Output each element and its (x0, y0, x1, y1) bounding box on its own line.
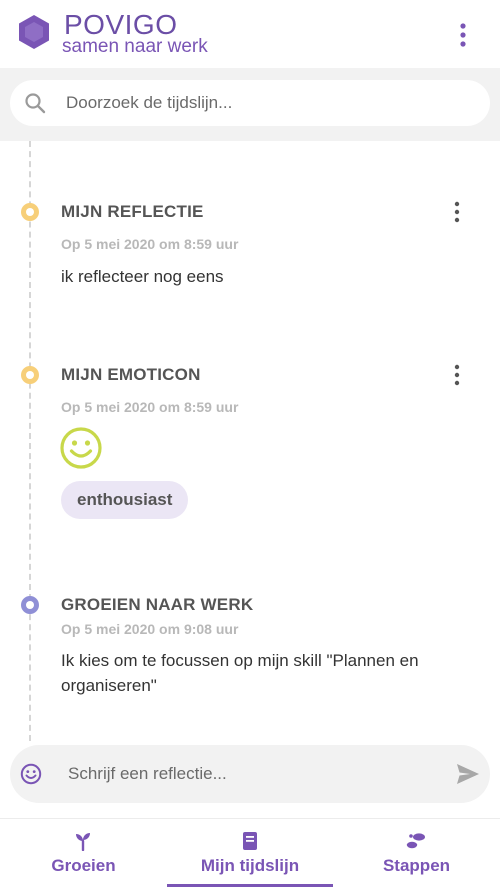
timeline: MIJN REFLECTIE Op 5 mei 2020 om 8:59 uur… (0, 141, 500, 741)
nav-label: Stappen (382, 856, 451, 875)
nav-label: Groeien (51, 856, 116, 875)
smiley-icon (60, 427, 102, 469)
app-header: POVIGO samen naar werk (0, 0, 500, 68)
timeline-dot (21, 366, 39, 384)
entry-date: Op 5 mei 2020 om 8:59 uur (61, 236, 239, 252)
entry-text: ik reflecteer nog eens (61, 267, 224, 286)
hexagon-logo-icon (19, 15, 49, 49)
entry-date: Op 5 mei 2020 om 9:08 uur (61, 621, 239, 637)
book-icon (243, 832, 257, 850)
reflection-input[interactable] (68, 745, 438, 803)
timeline-dot (21, 596, 39, 614)
entry-title: MIJN EMOTICON (61, 365, 201, 384)
search-input[interactable] (66, 80, 466, 126)
nav-label: Mijn tijdslijn (200, 856, 300, 875)
sprout-icon (76, 833, 90, 851)
send-icon[interactable] (456, 763, 480, 785)
more-vertical-icon[interactable] (456, 22, 470, 48)
entry-date: Op 5 mei 2020 om 8:59 uur (61, 399, 239, 415)
nav-item-mijn-tijdslijn[interactable]: Mijn tijdslijn (167, 819, 333, 888)
more-vertical-icon[interactable] (452, 201, 462, 223)
nav-item-stappen[interactable]: Stappen (333, 819, 500, 888)
nav-item-groeien[interactable]: Groeien (0, 819, 167, 888)
entry-title: MIJN REFLECTIE (61, 202, 204, 221)
timeline-dot (21, 203, 39, 221)
search-box (10, 80, 490, 126)
search-icon (25, 93, 46, 114)
entry-text-line: organiseren" (61, 676, 157, 695)
entry-title: GROEIEN NAAR WERK (61, 595, 254, 614)
active-tab-indicator (167, 884, 333, 887)
timeline-line (29, 141, 31, 741)
more-vertical-icon[interactable] (452, 364, 462, 386)
smiley-outline-icon[interactable] (20, 763, 42, 785)
footsteps-icon (406, 833, 425, 849)
emotion-tag: enthousiast (61, 481, 189, 519)
compose-bar (10, 745, 490, 803)
bottom-navigation: Groeien Mijn tijdslijn Stappen (0, 818, 500, 888)
entry-text-line: Ik kies om te focussen op mijn skill "Pl… (61, 651, 419, 670)
brand-subtitle: samen naar werk (62, 36, 208, 57)
search-band (0, 68, 500, 141)
